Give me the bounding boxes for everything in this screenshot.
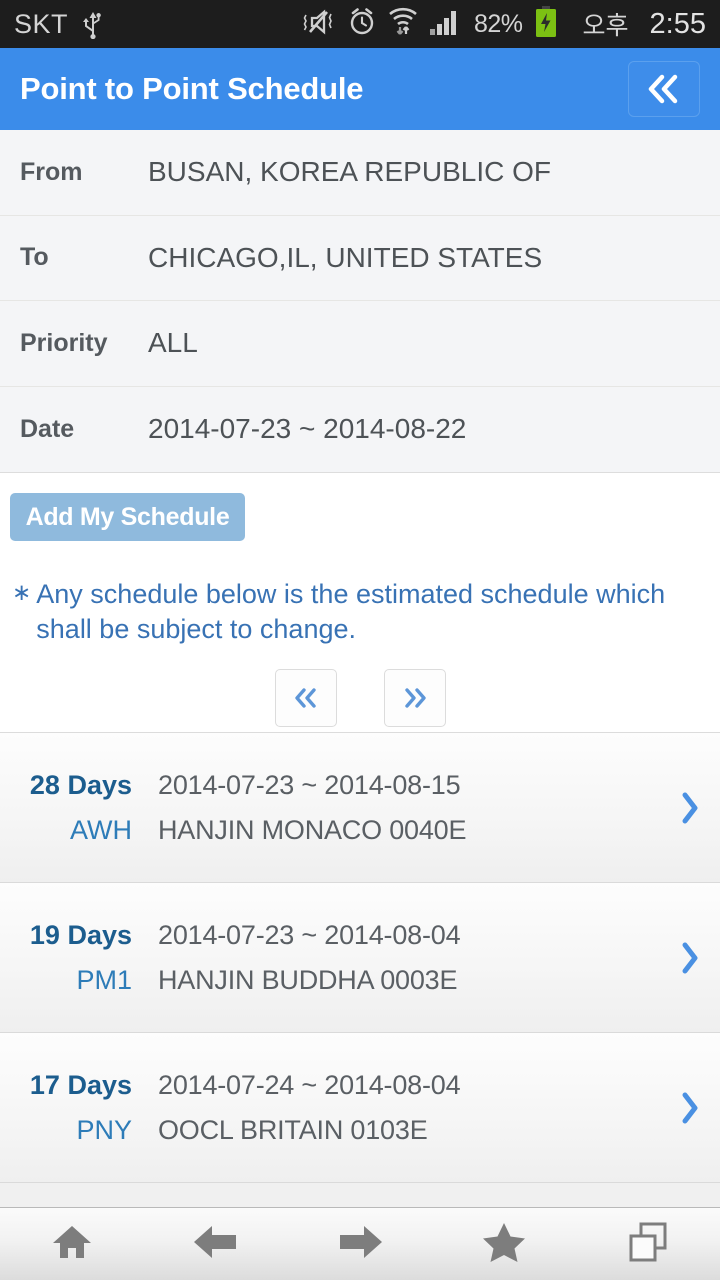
clock-label: 2:55	[649, 7, 706, 40]
transit-days: 17 Days	[29, 1069, 132, 1100]
back-button[interactable]	[628, 61, 700, 117]
row-summary: 17 Days PNY	[20, 1063, 140, 1153]
estimated-schedule-notice: ∗ Any schedule below is the estimated sc…	[0, 577, 720, 647]
search-criteria-panel: From BUSAN, KOREA REPUBLIC OF To CHICAGO…	[0, 130, 720, 473]
sailing-dates: 2014-07-23 ~ 2014-08-15	[158, 769, 461, 800]
double-chevron-right-icon	[404, 688, 426, 708]
schedule-row-1[interactable]: 28 Days AWH 2014-07-23 ~ 2014-08-15 HANJ…	[0, 733, 720, 883]
chevron-right-icon[interactable]	[680, 1091, 700, 1125]
chevron-right-icon[interactable]	[680, 791, 700, 825]
label-to: To	[20, 243, 49, 272]
battery-percent-label: 82%	[473, 9, 523, 38]
chevron-right-icon[interactable]	[680, 941, 700, 975]
add-my-schedule-button[interactable]: Add My Schedule	[10, 493, 245, 541]
row-details: 2014-07-24 ~ 2014-08-04 OOCL BRITAIN 010…	[140, 1063, 461, 1153]
schedule-row-3[interactable]: 17 Days PNY 2014-07-24 ~ 2014-08-04 OOCL…	[0, 1033, 720, 1183]
service-code: PM1	[76, 964, 132, 995]
nav-favorites-button[interactable]	[432, 1208, 576, 1280]
status-bar: SKT 82% 오후 2:55	[0, 0, 720, 48]
carrier-label: SKT	[14, 8, 69, 39]
sailing-dates: 2014-07-24 ~ 2014-08-04	[158, 1069, 461, 1100]
back-arrow-icon	[192, 1223, 240, 1266]
cellular-signal-icon	[429, 7, 461, 42]
alarm-clock-icon	[347, 7, 377, 42]
schedule-list: 28 Days AWH 2014-07-23 ~ 2014-08-15 HANJ…	[0, 732, 720, 1207]
label-date: Date	[20, 414, 75, 443]
nav-windows-button[interactable]	[576, 1208, 720, 1280]
battery-charging-icon	[534, 5, 558, 43]
double-chevron-left-icon	[294, 688, 316, 708]
label-priority: Priority	[20, 328, 108, 357]
row-details: 2014-07-23 ~ 2014-08-04 HANJIN BUDDHA 00…	[140, 913, 461, 1003]
notice-text: Any schedule below is the estimated sche…	[36, 579, 666, 644]
value-to: CHICAGO,IL, UNITED STATES	[148, 241, 543, 273]
service-code: PNY	[76, 1114, 132, 1145]
form-row-priority[interactable]: Priority ALL	[0, 301, 720, 387]
vessel-name: HANJIN BUDDHA 0003E	[158, 964, 458, 995]
status-icon-group: 82% 오후 2:55	[303, 5, 706, 43]
asterisk-icon: ∗	[12, 579, 32, 605]
nav-home-button[interactable]	[0, 1208, 144, 1280]
wifi-icon	[388, 6, 418, 43]
transit-days: 28 Days	[29, 769, 132, 800]
transit-days: 19 Days	[29, 919, 132, 950]
row-summary: 28 Days AWH	[20, 763, 140, 853]
forward-arrow-icon	[336, 1223, 384, 1266]
row-details: 2014-07-23 ~ 2014-08-15 HANJIN MONACO 00…	[140, 763, 466, 853]
sailing-dates: 2014-07-23 ~ 2014-08-04	[158, 919, 461, 950]
pager-prev-button[interactable]	[274, 669, 337, 727]
vessel-name: OOCL BRITAIN 0103E	[158, 1114, 428, 1145]
bottom-navigation-bar	[0, 1207, 720, 1280]
value-date: 2014-07-23 ~ 2014-08-22	[148, 413, 467, 445]
ampm-label: 오후	[582, 12, 629, 40]
nav-forward-button[interactable]	[288, 1208, 432, 1280]
action-area: Add My Schedule ∗ Any schedule below is …	[0, 473, 720, 732]
app-root: SKT 82% 오후 2:55 Point to Point Schedule …	[0, 0, 720, 1280]
service-code: AWH	[70, 814, 132, 845]
home-icon	[50, 1222, 94, 1267]
label-from: From	[20, 157, 83, 186]
row-summary: 19 Days PM1	[20, 913, 140, 1003]
star-icon	[481, 1221, 527, 1268]
pager-next-button[interactable]	[383, 669, 446, 727]
title-bar: Point to Point Schedule	[0, 48, 720, 130]
vibrate-mute-icon	[303, 7, 336, 42]
form-row-to[interactable]: To CHICAGO,IL, UNITED STATES	[0, 216, 720, 301]
nav-back-button[interactable]	[144, 1208, 288, 1280]
page-title: Point to Point Schedule	[20, 71, 364, 106]
pagination-controls	[0, 669, 720, 727]
usb-icon	[82, 9, 104, 39]
value-from: BUSAN, KOREA REPUBLIC OF	[148, 156, 551, 188]
double-chevron-left-icon	[648, 74, 678, 104]
value-priority: ALL	[148, 327, 198, 359]
vessel-name: HANJIN MONACO 0040E	[158, 814, 467, 845]
form-row-from[interactable]: From BUSAN, KOREA REPUBLIC OF	[0, 130, 720, 216]
form-row-date[interactable]: Date 2014-07-23 ~ 2014-08-22	[0, 387, 720, 473]
schedule-row-2[interactable]: 19 Days PM1 2014-07-23 ~ 2014-08-04 HANJ…	[0, 883, 720, 1033]
windows-icon	[626, 1221, 670, 1268]
